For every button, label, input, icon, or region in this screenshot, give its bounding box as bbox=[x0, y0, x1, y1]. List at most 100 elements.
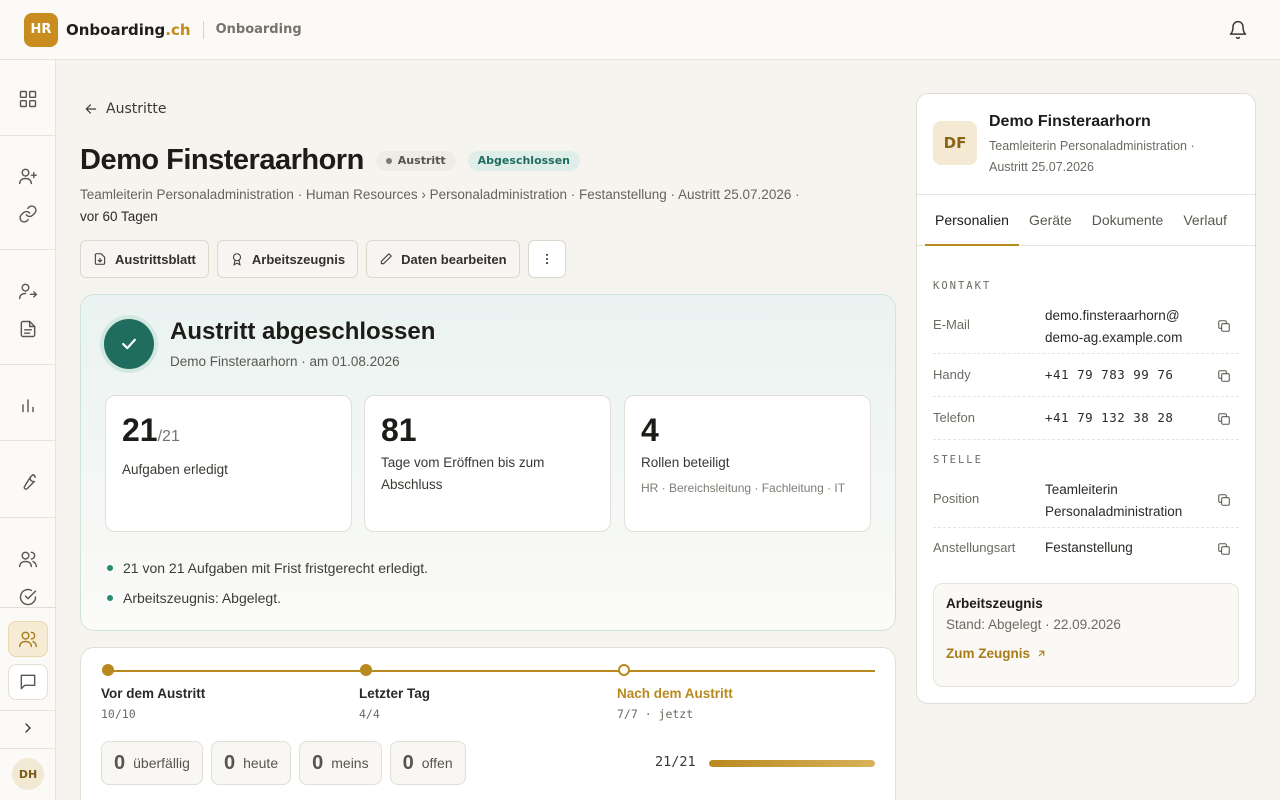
tab-personalien[interactable]: Personalien bbox=[925, 194, 1019, 246]
arrow-left-icon bbox=[85, 104, 97, 114]
check-circle-icon[interactable] bbox=[16, 585, 40, 609]
sidebar-divider bbox=[0, 135, 56, 136]
chip-count: 0 bbox=[114, 751, 126, 774]
action-bar: Austrittsblatt Arbeitszeugnis Daten bear… bbox=[80, 240, 566, 278]
chip-count: 0 bbox=[402, 751, 414, 774]
chip-label: heute bbox=[243, 755, 279, 771]
copy-icon[interactable] bbox=[1217, 369, 1231, 383]
sidebar: DH bbox=[0, 60, 56, 800]
link-icon[interactable] bbox=[16, 202, 40, 226]
certificate-status: Stand: Abgelegt · 22.09.2026 bbox=[946, 617, 1121, 632]
phase-track bbox=[107, 670, 875, 672]
phase-vor-austritt[interactable]: Vor dem Austritt 10/10 bbox=[101, 686, 205, 721]
more-options-button[interactable] bbox=[527, 240, 566, 278]
subtitle-ago: vor 60 Tagen bbox=[80, 209, 158, 224]
users-active-icon[interactable] bbox=[8, 621, 48, 657]
logo-badge[interactable]: HR bbox=[24, 12, 58, 47]
field-value: demo.finsteraarhorn@ demo-ag.example.com bbox=[1045, 308, 1183, 345]
summary-title: Austritt abgeschlossen bbox=[170, 318, 436, 345]
certificate-link[interactable]: Zum Zeugnis bbox=[946, 646, 1226, 661]
phase-node bbox=[360, 664, 372, 676]
wrench-icon[interactable] bbox=[16, 470, 40, 494]
chevron-right-icon[interactable] bbox=[16, 716, 40, 740]
download-document-icon bbox=[94, 253, 106, 265]
chip-overdue[interactable]: 0 überfällig bbox=[101, 741, 203, 785]
phase-node bbox=[102, 664, 114, 676]
pencil-icon bbox=[380, 253, 392, 265]
tab-verlauf[interactable]: Verlauf bbox=[1173, 194, 1237, 246]
arrow-up-right-icon bbox=[1038, 650, 1045, 657]
stat-label: Aufgaben erledigt bbox=[122, 462, 228, 477]
chip-label: meins bbox=[331, 755, 369, 771]
field-email: E-Mail demo.finsteraarhorn@ demo-ag.exam… bbox=[933, 302, 1239, 354]
progress-bar bbox=[709, 760, 875, 767]
user-avatar[interactable]: DH bbox=[12, 758, 44, 790]
copy-icon[interactable] bbox=[1217, 542, 1231, 556]
sidebar-divider bbox=[0, 364, 56, 365]
more-vertical-icon bbox=[545, 253, 548, 265]
award-icon bbox=[232, 253, 241, 266]
stat-label: Tage vom Eröffnen bis zum Abschluss bbox=[381, 455, 545, 492]
list-item: Arbeitszeugnis: Abgelegt. bbox=[107, 583, 428, 613]
field-label: Position bbox=[933, 491, 980, 506]
header-section: Onboarding bbox=[215, 22, 302, 37]
brand-tld: .ch bbox=[165, 20, 191, 39]
chip-open[interactable]: 0 offen bbox=[389, 741, 466, 785]
field-label: Telefon bbox=[933, 410, 975, 425]
document-icon[interactable] bbox=[16, 317, 40, 341]
phase-count: 10/10 bbox=[101, 707, 136, 721]
certificate-title: Arbeitszeugnis bbox=[946, 596, 1043, 611]
chip-count: 0 bbox=[312, 751, 324, 774]
subtitle-details: Teamleiterin Personaladministration · Hu… bbox=[80, 187, 800, 202]
stat-card-roles: 4 Rollen beteiligt HR · Bereichsleitung … bbox=[624, 395, 871, 532]
progress-fill bbox=[709, 760, 875, 767]
top-bar: HR Onboarding.ch Onboarding bbox=[0, 0, 1280, 60]
chat-icon[interactable] bbox=[8, 664, 48, 700]
arbeitszeugnis-button[interactable]: Arbeitszeugnis bbox=[216, 240, 359, 278]
bullet-text: 21 von 21 Aufgaben mit Frist fristgerech… bbox=[123, 560, 429, 576]
field-telefon: Telefon +41 79 132 38 28 bbox=[933, 397, 1239, 440]
copy-icon[interactable] bbox=[1217, 412, 1231, 426]
brand-name[interactable]: Onboarding.ch bbox=[66, 21, 191, 39]
phase-nach-austritt[interactable]: Nach dem Austritt 7/7 · jetzt bbox=[617, 686, 733, 721]
summary-subtitle: Demo Finsteraarhorn · am 01.08.2026 bbox=[170, 354, 400, 369]
stat-value-suffix: /21 bbox=[157, 428, 180, 445]
progress-label: 21/21 bbox=[655, 754, 696, 770]
edit-data-button[interactable]: Daten bearbeiten bbox=[366, 240, 520, 278]
arbeitszeugnis-button-label: Arbeitszeugnis bbox=[251, 251, 346, 267]
sidebar-divider bbox=[0, 748, 56, 749]
tab-dokumente[interactable]: Dokumente bbox=[1082, 194, 1174, 246]
copy-icon[interactable] bbox=[1217, 319, 1231, 333]
chip-today[interactable]: 0 heute bbox=[210, 741, 292, 785]
panel-tabs: Personalien Geräte Dokumente Verlauf bbox=[917, 194, 1255, 246]
section-kontakt: KONTAKT bbox=[933, 280, 992, 292]
tab-geraete[interactable]: Geräte bbox=[1019, 194, 1082, 246]
back-link[interactable]: Austritte bbox=[84, 101, 166, 117]
status-badge-label: Austritt bbox=[397, 154, 446, 167]
bar-chart-icon[interactable] bbox=[16, 393, 40, 417]
austrittsblatt-button-label: Austrittsblatt bbox=[115, 251, 196, 267]
person-name: Demo Finsteraarhorn bbox=[989, 113, 1151, 130]
bell-icon[interactable] bbox=[1228, 20, 1248, 40]
users-icon[interactable] bbox=[16, 547, 40, 571]
austrittsblatt-button[interactable]: Austrittsblatt bbox=[80, 240, 209, 278]
back-link-label: Austritte bbox=[106, 101, 167, 117]
field-label: Anstellungsart bbox=[933, 540, 1016, 555]
phase-name: Vor dem Austritt bbox=[101, 686, 206, 701]
field-value: Festanstellung bbox=[1045, 540, 1133, 555]
bullet-dot bbox=[107, 595, 113, 601]
certificate-box: Arbeitszeugnis Stand: Abgelegt · 22.09.2… bbox=[933, 583, 1239, 687]
summary-bullets: 21 von 21 Aufgaben mit Frist fristgerech… bbox=[107, 553, 428, 613]
phase-letzter-tag[interactable]: Letzter Tag 4/4 bbox=[359, 686, 430, 721]
section-stelle: STELLE bbox=[933, 454, 983, 466]
copy-icon[interactable] bbox=[1217, 493, 1231, 507]
chip-label: überfällig bbox=[133, 755, 190, 771]
stat-value-number: 21 bbox=[122, 412, 158, 448]
chip-mine[interactable]: 0 meins bbox=[299, 741, 382, 785]
grid-icon[interactable] bbox=[16, 87, 40, 111]
task-filter-chips: 0 überfällig 0 heute 0 meins 0 offen bbox=[101, 741, 466, 785]
field-value: +41 79 132 38 28 bbox=[1045, 410, 1174, 425]
user-exit-icon[interactable] bbox=[16, 279, 40, 303]
user-plus-icon[interactable] bbox=[16, 164, 40, 188]
field-label: E-Mail bbox=[933, 317, 970, 332]
